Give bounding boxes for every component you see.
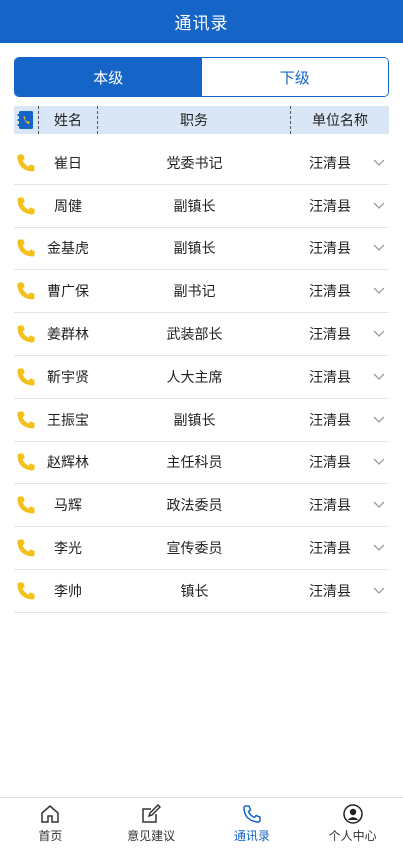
contact-unit: 汪清县 [309,198,351,215]
tab-current-level[interactable]: 本级 [15,58,202,96]
contact-unit: 汪清县 [309,155,351,172]
tabbar-label-profile: 个人中心 [328,829,377,843]
contact-post: 人大主席 [166,369,223,386]
contact-name: 王振宝 [47,412,89,429]
table-row[interactable]: 曹广保 副书记 汪清县 [14,270,389,314]
table-row[interactable]: 李光 宣传委员 汪清县 [14,527,389,570]
tabbar-label-home: 首页 [38,829,63,843]
contact-post: 副书记 [173,284,216,301]
header-unit: 单位名称 [312,113,368,129]
chevron-down-icon[interactable] [369,330,389,338]
contact-unit: 汪清县 [309,369,351,386]
table-row[interactable]: 马辉 政法委员 汪清县 [14,484,389,528]
header-post: 职务 [98,106,291,134]
tabbar-item-profile[interactable]: 个人中心 [302,798,403,850]
contact-post: 主任科员 [166,455,223,472]
contact-unit: 汪清县 [309,412,351,429]
contact-post: 副镇长 [173,198,216,215]
contact-unit: 汪清县 [309,241,351,258]
bottom-tab-bar: 首页 意见建议 通讯录 个人中心 [0,797,403,850]
app-header: 通讯录 [0,0,403,43]
call-phone-icon[interactable] [14,367,38,387]
table-row[interactable]: 崔日 党委书记 汪清县 [14,142,389,185]
chevron-down-icon[interactable] [369,202,389,210]
table-row[interactable]: 李帅 镇长 汪清县 [14,570,389,613]
contact-unit: 汪清县 [309,455,351,472]
contact-unit: 汪清县 [309,541,351,558]
call-phone-icon[interactable] [14,581,38,601]
contact-name: 赵辉林 [47,455,89,472]
page-title: 通讯录 [174,14,229,34]
call-phone-icon[interactable] [14,538,38,558]
home-icon [41,805,60,823]
chevron-down-icon[interactable] [369,501,389,509]
contact-post: 副镇长 [173,412,216,429]
contact-post: 政法委员 [166,498,223,515]
table-row[interactable]: 金基虎 副镇长 汪清县 [14,228,389,271]
contact-post: 武装部长 [166,327,223,344]
call-phone-icon[interactable] [14,324,38,344]
contact-post: 副镇长 [173,241,216,258]
tabbar-label-contacts: 通讯录 [233,829,270,843]
contact-unit: 汪清县 [309,327,351,344]
chevron-down-icon[interactable] [369,287,389,295]
contact-post: 党委书记 [166,155,223,172]
contact-name: 靳宇贤 [47,369,89,386]
table-row[interactable]: 姜群林 武装部长 汪清县 [14,313,389,356]
chevron-down-icon[interactable] [369,373,389,381]
call-phone-icon[interactable] [14,452,38,472]
call-phone-icon[interactable] [14,281,38,301]
contact-name: 崔日 [54,155,82,172]
table-row[interactable]: 王振宝 副镇长 汪清县 [14,399,389,442]
table-row[interactable]: 靳宇贤 人大主席 汪清县 [14,356,389,399]
tabbar-item-home[interactable]: 首页 [0,798,101,850]
contact-list: 崔日 党委书记 汪清县 周健 副镇长 汪清县 金基虎 副镇长 汪清县 曹广保 副书记 汪清县 姜群林 武装… [14,142,389,613]
call-phone-icon[interactable] [14,410,38,430]
contact-name: 金基虎 [47,241,89,258]
contact-name: 姜群林 [47,327,89,344]
contact-unit: 汪清县 [309,284,351,301]
contact-post: 宣传委员 [166,541,223,558]
phone-icon [243,805,261,823]
tabbar-item-contacts[interactable]: 通讯录 [202,798,303,850]
contact-post: 镇长 [180,583,209,600]
chevron-down-icon[interactable] [369,544,389,552]
user-icon [342,804,363,824]
tab-sub-level[interactable]: 下级 [201,58,388,96]
table-row[interactable]: 周健 副镇长 汪清县 [14,185,389,228]
contact-unit: 汪清县 [309,498,351,515]
tabbar-item-feedback[interactable]: 意见建议 [101,798,202,850]
call-phone-icon[interactable] [14,153,38,173]
contact-name: 李光 [54,541,82,558]
call-phone-icon[interactable] [14,196,38,216]
contact-name: 周健 [54,198,82,215]
chevron-down-icon[interactable] [369,159,389,167]
chevron-down-icon[interactable] [369,587,389,595]
chevron-down-icon[interactable] [369,458,389,466]
table-row[interactable]: 赵辉林 主任科员 汪清县 [14,442,389,485]
edit-icon [142,804,162,823]
header-name: 姓名 [38,106,98,134]
contact-name: 马辉 [54,498,82,515]
contact-book-icon [14,106,38,134]
table-header: 姓名 职务 单位名称 [14,106,389,134]
call-phone-icon[interactable] [14,495,38,515]
contact-name: 李帅 [54,583,82,600]
chevron-down-icon[interactable] [369,416,389,424]
call-phone-icon[interactable] [14,238,38,258]
tabbar-label-feedback: 意见建议 [127,829,176,843]
contact-name: 曹广保 [47,284,89,301]
chevron-down-icon[interactable] [369,244,389,252]
level-segment-control: 本级 下级 [14,57,389,97]
contact-unit: 汪清县 [309,583,351,600]
